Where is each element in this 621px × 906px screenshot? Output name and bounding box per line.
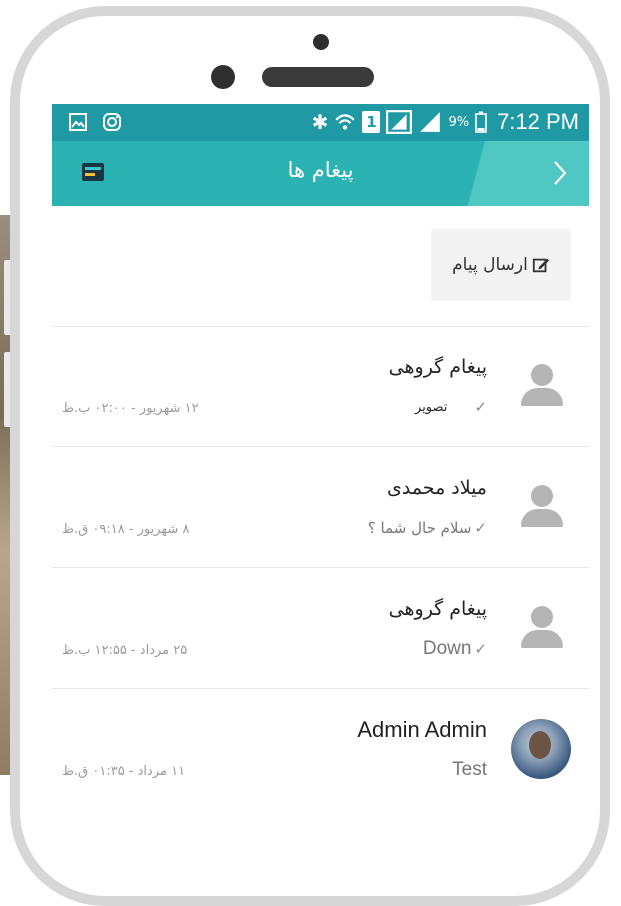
message-preview: ✓ تصویر xyxy=(415,398,487,416)
gallery-icon xyxy=(69,113,87,131)
compose-area: ارسال پیام xyxy=(52,206,589,327)
bluetooth-icon: ✱ xyxy=(311,110,329,134)
clock: 7:12 PM xyxy=(497,109,579,134)
battery-icon xyxy=(475,111,487,133)
message-preview: Test xyxy=(452,759,487,780)
sim-icon: 1 xyxy=(362,111,381,133)
page-title: پیغام ها xyxy=(287,158,354,182)
compose-label: ارسال پیام xyxy=(452,255,528,275)
sender-name: Admin Admin xyxy=(357,717,487,742)
app-bar: پیغام ها xyxy=(52,141,589,206)
message-list: پیغام گروهی ✓ تصویر ۱۲ شهریور - ۰۲:۰۰ ب.… xyxy=(52,326,589,784)
avatar-icon xyxy=(519,485,564,530)
status-bar: ✱ 1 9% 7:12 PM xyxy=(52,104,589,141)
compose-message-button[interactable]: ارسال پیام xyxy=(431,229,571,301)
list-item[interactable]: پیغام گروهی ✓ تصویر ۱۲ شهریور - ۰۲:۰۰ ب.… xyxy=(52,326,589,447)
avatar-icon xyxy=(519,364,564,409)
status-right-icons: ✱ 1 9% 7:12 PM xyxy=(312,108,579,136)
edit-icon xyxy=(532,258,549,273)
list-item[interactable]: پیغام گروهی ✓ Down ۲۵ مرداد - ۱۲:۵۵ ب.ظ xyxy=(52,568,589,689)
front-camera xyxy=(211,65,235,89)
avatar xyxy=(511,719,571,779)
chevron-right-icon[interactable] xyxy=(549,157,571,189)
status-left-icons xyxy=(68,112,122,132)
check-icon: ✓ xyxy=(474,398,487,416)
message-date: ۸ شهریور - ۰۹:۱۸ ق.ظ xyxy=(62,522,190,537)
message-preview: ✓ Down xyxy=(422,638,487,659)
wifi-icon xyxy=(335,114,356,130)
check-icon: ✓ xyxy=(474,641,487,658)
sender-name: میلاد محمدی xyxy=(386,477,487,499)
earpiece-speaker xyxy=(262,67,374,87)
phone-screen: ✱ 1 9% 7:12 PM پیغام ها ارسال پیام پیغام… xyxy=(52,104,589,784)
battery-percent: 9% xyxy=(448,114,470,130)
message-preview: ✓ سلام حال شما ؟ xyxy=(367,519,487,537)
list-item[interactable]: میلاد محمدی ✓ سلام حال شما ؟ ۸ شهریور - … xyxy=(52,447,589,568)
message-date: ۱۱ مرداد - ۰۱:۳۵ ق.ظ xyxy=(62,764,186,779)
sender-name: پیغام گروهی xyxy=(388,598,487,620)
avatar-icon xyxy=(519,606,564,651)
signal-icon xyxy=(386,110,413,134)
check-icon: ✓ xyxy=(474,519,487,537)
instagram-icon xyxy=(103,113,121,131)
list-item[interactable]: Admin Admin Test ۱۱ مرداد - ۰۱:۳۵ ق.ظ xyxy=(52,689,589,784)
sender-name: پیغام گروهی xyxy=(388,356,487,378)
signal-icon xyxy=(420,112,441,132)
message-date: ۲۵ مرداد - ۱۲:۵۵ ب.ظ xyxy=(62,643,188,658)
front-sensor xyxy=(313,34,329,50)
message-date: ۱۲ شهریور - ۰۲:۰۰ ب.ظ xyxy=(62,401,199,416)
